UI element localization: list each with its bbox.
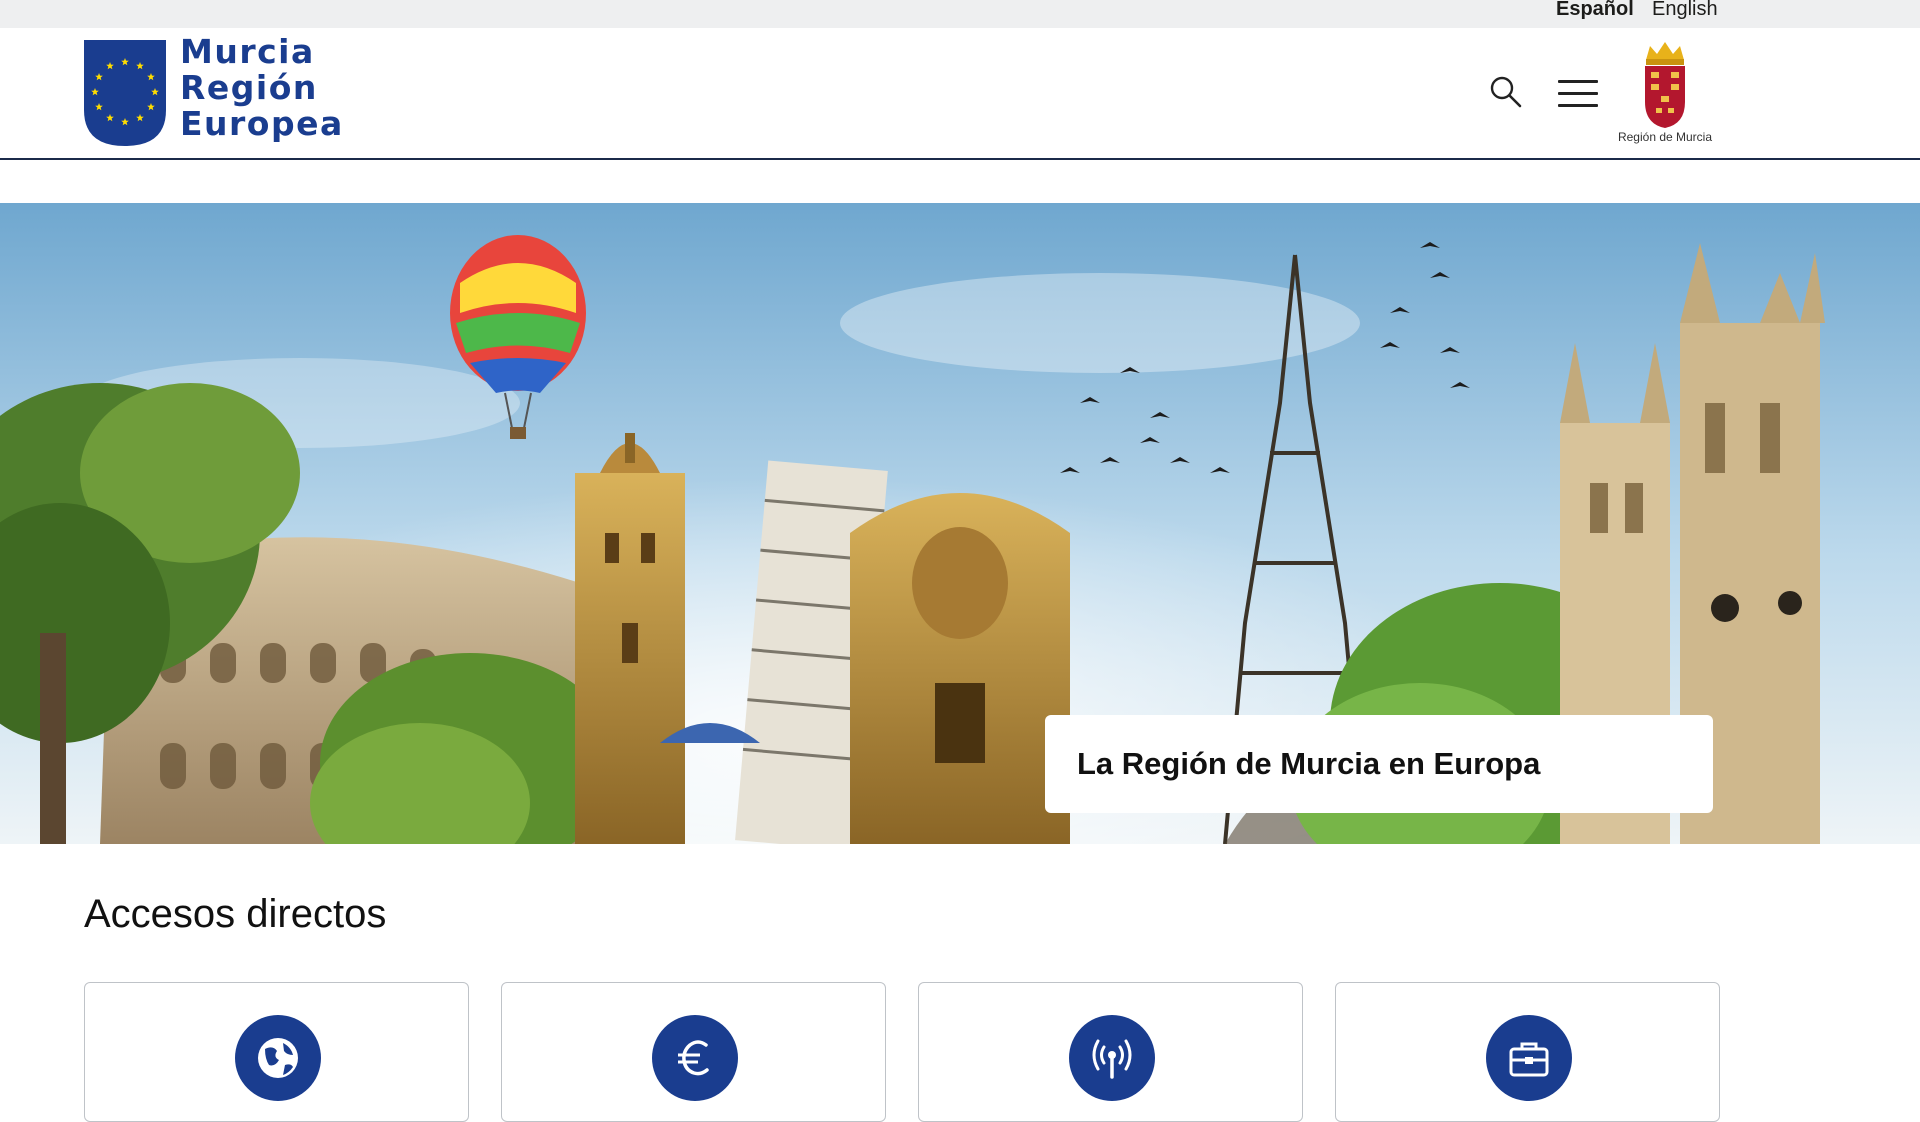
- search-button[interactable]: [1488, 74, 1524, 110]
- region-logo-caption: Región de Murcia: [1617, 130, 1713, 144]
- access-card-globe[interactable]: [84, 982, 469, 1122]
- region-de-murcia-logo[interactable]: Región de Murcia: [1610, 40, 1720, 150]
- search-icon: [1490, 76, 1522, 108]
- menu-bar: [1558, 104, 1598, 107]
- card-icon-circle: [235, 1015, 321, 1101]
- menu-bar: [1558, 80, 1598, 83]
- menu-bar: [1558, 92, 1598, 95]
- logo-line-2: Región: [180, 68, 318, 107]
- logo-line-3: Europea: [180, 104, 344, 143]
- card-icon-circle: [652, 1015, 738, 1101]
- access-card-euro[interactable]: [501, 982, 886, 1122]
- globe-icon: [258, 1038, 298, 1078]
- language-link-es[interactable]: Español: [1556, 0, 1634, 21]
- logo-line-1: Murcia: [180, 32, 315, 71]
- euro-icon: [678, 1040, 709, 1076]
- language-link-en[interactable]: English: [1652, 0, 1718, 21]
- antenna-icon: [1092, 1039, 1132, 1079]
- hero-caption-title: La Región de Murcia en Europa: [1077, 746, 1541, 781]
- logo-wordmark: Murcia Región Europea: [180, 32, 344, 143]
- card-icon-circle: [1486, 1015, 1572, 1101]
- briefcase-icon: [1509, 1042, 1549, 1077]
- murcia-region-europea-logo[interactable]: Murcia Región Europea: [84, 34, 342, 146]
- access-card-briefcase[interactable]: [1335, 982, 1720, 1122]
- hero-banner: La Región de Murcia en Europa: [0, 203, 1920, 844]
- access-card-antenna[interactable]: [918, 982, 1303, 1122]
- eu-stars-shield-icon: [84, 40, 166, 146]
- region-coat-of-arms-icon: [1645, 42, 1685, 128]
- hamburger-menu-button[interactable]: [1558, 80, 1598, 108]
- hero-caption-box[interactable]: La Región de Murcia en Europa: [1045, 715, 1713, 813]
- card-icon-circle: [1069, 1015, 1155, 1101]
- language-bar: Español English: [0, 0, 1920, 28]
- site-header: Murcia Región Europea Región de Murcia: [0, 28, 1920, 160]
- accesos-directos-title: Accesos directos: [84, 892, 387, 936]
